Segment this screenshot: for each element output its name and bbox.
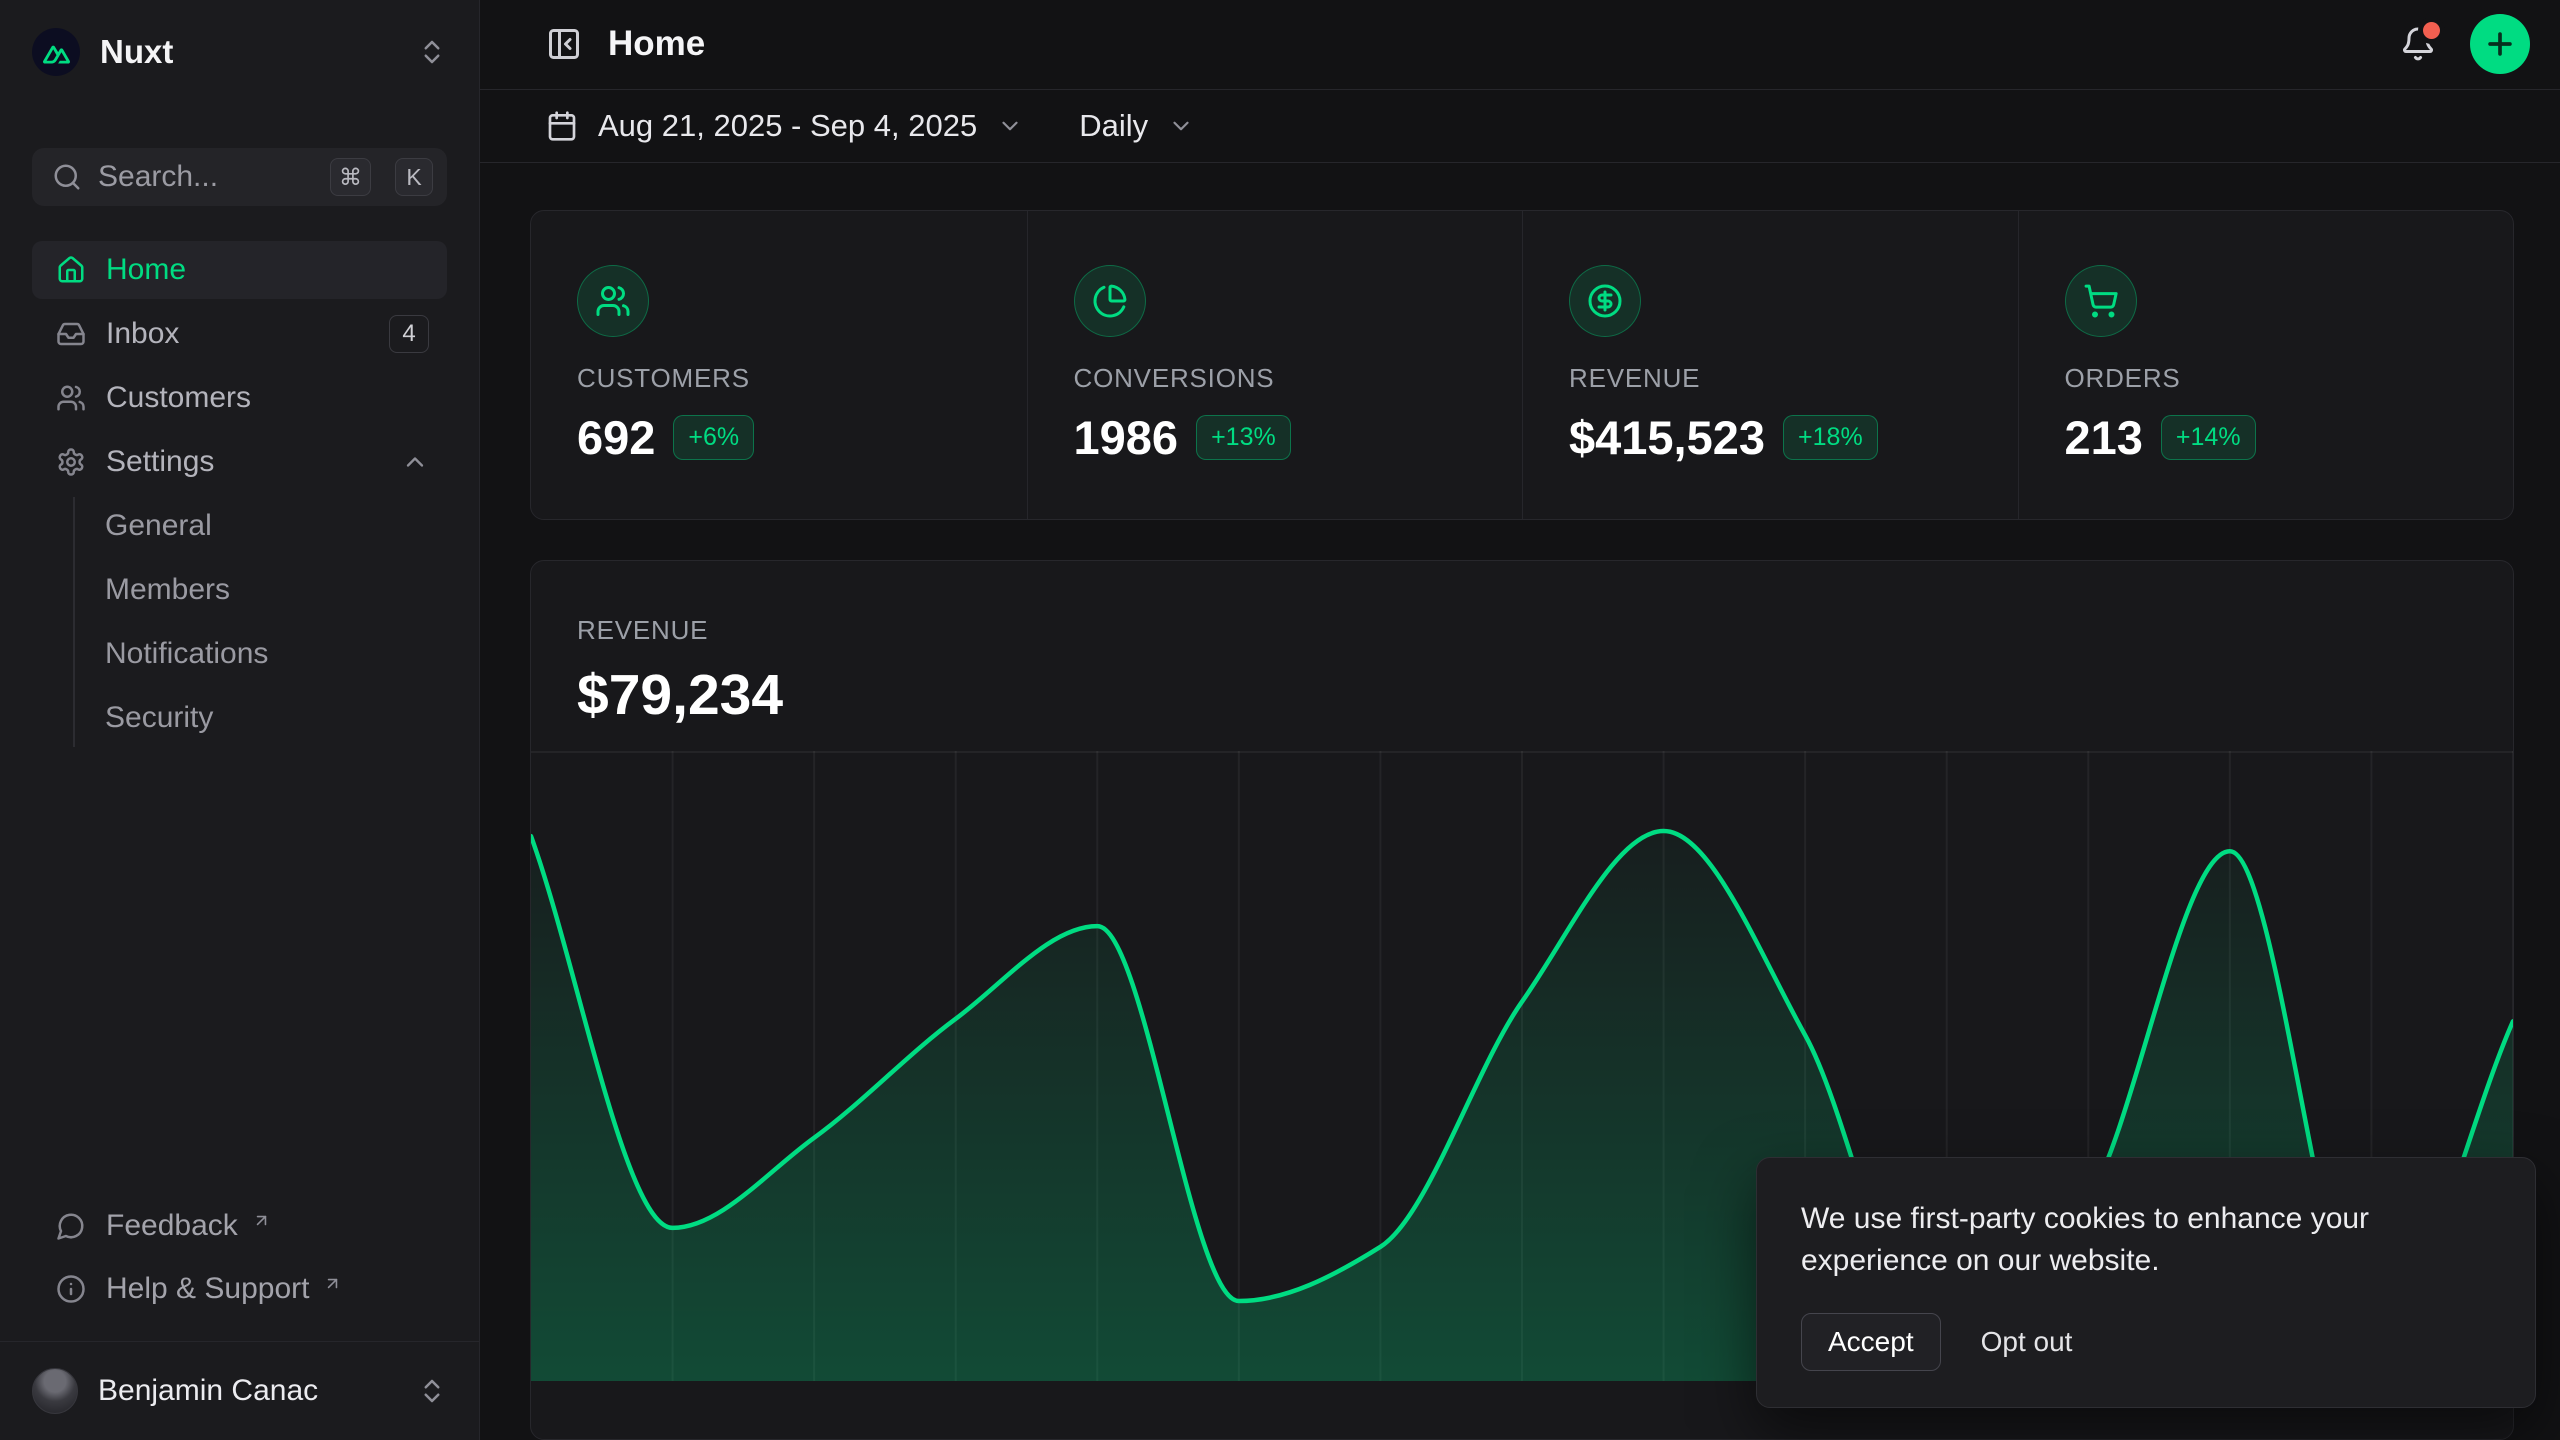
collapse-sidebar-icon[interactable] <box>546 26 582 62</box>
circle-dollar-icon <box>1569 265 1641 337</box>
sidebar-item-notifications[interactable]: Notifications <box>75 625 447 683</box>
page-title: Home <box>608 24 705 64</box>
add-button[interactable] <box>2470 14 2530 74</box>
chevron-down-icon <box>997 113 1023 139</box>
inbox-icon <box>56 319 86 349</box>
sidebar-item-security[interactable]: Security <box>75 689 447 747</box>
sidebar: Nuxt ⌘ K Home Inb <box>0 0 480 1440</box>
search-input[interactable] <box>98 160 314 194</box>
avatar <box>32 1368 78 1414</box>
chart-pie-icon <box>1074 265 1146 337</box>
sidebar-item-home[interactable]: Home <box>32 241 447 299</box>
chevron-down-icon <box>1168 113 1194 139</box>
notifications-button[interactable] <box>2388 14 2448 74</box>
kbd-cmd: ⌘ <box>330 158 371 196</box>
search-input-wrap[interactable]: ⌘ K <box>32 148 447 206</box>
external-link-icon <box>323 1274 342 1293</box>
header-actions <box>2388 14 2530 74</box>
help-support-link[interactable]: Help & Support <box>32 1260 447 1318</box>
chart-total-value: $79,234 <box>577 662 2513 728</box>
sidebar-item-label: Customers <box>106 381 251 415</box>
stat-label: ORDERS <box>2065 363 2494 394</box>
stats-card: CUSTOMERS 692 +6% CONVERSIONS 1986 +13% <box>530 210 2514 520</box>
sidebar-item-label: Home <box>106 253 186 287</box>
sidebar-item-label: Inbox <box>106 317 179 351</box>
optout-cookies-button[interactable]: Opt out <box>1981 1314 2073 1370</box>
kbd-k: K <box>395 158 433 196</box>
sidebar-nav: Home Inbox 4 Customers Settings <box>32 241 447 753</box>
stat-customers: CUSTOMERS 692 +6% <box>531 211 1027 519</box>
chevron-up-icon <box>401 448 429 476</box>
shopping-cart-icon <box>2065 265 2137 337</box>
page-header: Home <box>480 0 2560 90</box>
sidebar-item-label: Settings <box>106 445 214 479</box>
granularity-value: Daily <box>1079 108 1148 144</box>
search-icon <box>52 162 82 192</box>
accept-cookies-button[interactable]: Accept <box>1801 1313 1941 1371</box>
users-icon <box>56 383 86 413</box>
chevrons-up-down-icon <box>417 37 447 67</box>
stat-label: REVENUE <box>1569 363 1998 394</box>
sidebar-item-general[interactable]: General <box>75 497 447 555</box>
stat-delta-badge: +6% <box>673 415 754 460</box>
date-range-picker[interactable]: Aug 21, 2025 - Sep 4, 2025 <box>546 108 1023 144</box>
sidebar-item-settings[interactable]: Settings <box>32 433 447 491</box>
stat-revenue: REVENUE $415,523 +18% <box>1522 211 2018 519</box>
filters-toolbar: Aug 21, 2025 - Sep 4, 2025 Daily <box>480 90 2560 163</box>
settings-subnav: General Members Notifications Security <box>73 497 447 747</box>
chevrons-up-down-icon <box>417 1376 447 1406</box>
inbox-count-badge: 4 <box>389 315 429 353</box>
external-link-icon <box>252 1211 271 1230</box>
stat-delta-badge: +18% <box>1783 415 1878 460</box>
stat-orders: ORDERS 213 +14% <box>2018 211 2514 519</box>
date-range-value: Aug 21, 2025 - Sep 4, 2025 <box>598 108 977 144</box>
sidebar-item-customers[interactable]: Customers <box>32 369 447 427</box>
workspace-name: Nuxt <box>100 33 173 71</box>
stat-delta-badge: +14% <box>2161 415 2256 460</box>
plus-icon <box>2483 27 2517 61</box>
info-circle-icon <box>56 1274 86 1304</box>
home-icon <box>56 255 86 285</box>
gear-icon <box>56 447 86 477</box>
cookie-banner: We use first-party cookies to enhance yo… <box>1756 1157 2536 1408</box>
message-bubble-icon <box>56 1211 86 1241</box>
stat-label: CUSTOMERS <box>577 363 1007 394</box>
team-switcher[interactable]: Nuxt <box>32 26 447 78</box>
nuxt-logo-icon <box>32 28 80 76</box>
sidebar-item-members[interactable]: Members <box>75 561 447 619</box>
stat-value: 213 <box>2065 410 2143 465</box>
user-name: Benjamin Canac <box>98 1374 318 1408</box>
user-menu[interactable]: Benjamin Canac <box>0 1341 479 1440</box>
chart-title: REVENUE <box>577 615 2513 646</box>
sidebar-item-inbox[interactable]: Inbox 4 <box>32 305 447 363</box>
stat-value: 692 <box>577 410 655 465</box>
app-root: Nuxt ⌘ K Home Inb <box>0 0 2560 1440</box>
stat-label: CONVERSIONS <box>1074 363 1503 394</box>
notification-dot <box>2423 22 2440 39</box>
stat-delta-badge: +13% <box>1196 415 1291 460</box>
feedback-link[interactable]: Feedback <box>32 1197 447 1255</box>
granularity-select[interactable]: Daily <box>1079 108 1194 144</box>
users-icon <box>577 265 649 337</box>
calendar-icon <box>546 110 578 142</box>
cookie-message: We use first-party cookies to enhance yo… <box>1801 1198 2491 1283</box>
stat-conversions: CONVERSIONS 1986 +13% <box>1027 211 1523 519</box>
stat-value: $415,523 <box>1569 410 1765 465</box>
sidebar-footer: Feedback Help & Support <box>32 1197 447 1323</box>
stat-value: 1986 <box>1074 410 1179 465</box>
